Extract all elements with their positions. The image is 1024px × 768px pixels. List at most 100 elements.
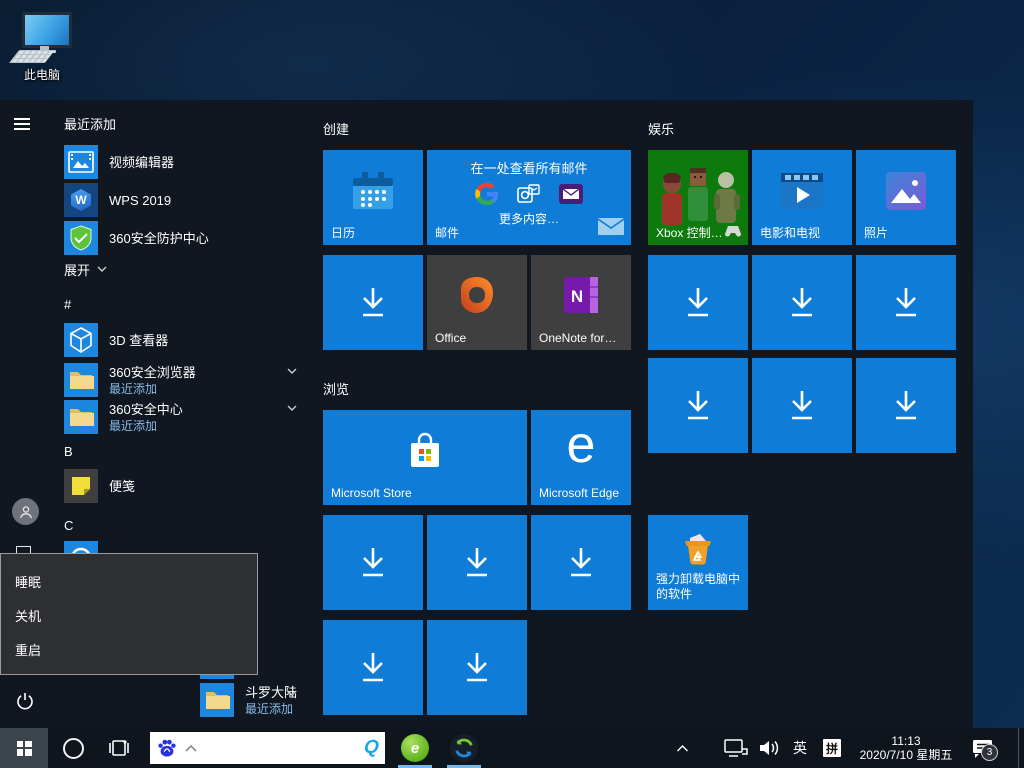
tile-movies-tv[interactable]: 电影和电视: [752, 150, 852, 245]
app-item-sticky-notes[interactable]: 便笺: [64, 469, 289, 503]
folder-icon: [200, 683, 234, 717]
google-icon: [475, 182, 499, 206]
shutdown-menu-item[interactable]: 关机: [1, 600, 257, 634]
folder-icon: [64, 363, 98, 397]
chevron-down-icon[interactable]: [287, 368, 297, 378]
controller-icon: [724, 226, 742, 237]
download-tile[interactable]: [323, 255, 423, 350]
app-item-video-editor[interactable]: 视频编辑器: [64, 145, 289, 179]
app-item-wps[interactable]: W WPS 2019: [64, 183, 289, 217]
calendar-icon: [349, 169, 397, 213]
task-view-button[interactable]: [102, 728, 136, 768]
section-header-hash[interactable]: #: [64, 297, 71, 312]
svg-text:N: N: [571, 287, 583, 306]
section-header-c[interactable]: C: [64, 518, 73, 533]
app-item-3d-viewer[interactable]: 3D 查看器: [64, 323, 289, 357]
download-tile[interactable]: [323, 515, 423, 610]
chevron-down-icon[interactable]: [287, 690, 297, 700]
time-text: 11:13: [891, 734, 920, 748]
chevron-up-icon[interactable]: [184, 744, 198, 753]
download-tile[interactable]: [323, 620, 423, 715]
expand-list-button[interactable]: 展开: [64, 260, 107, 279]
user-avatar[interactable]: [12, 498, 39, 525]
app-item-360-browser[interactable]: 360安全浏览器 最近添加: [64, 363, 289, 397]
tile-microsoft-edge[interactable]: e Microsoft Edge: [531, 410, 631, 505]
power-button[interactable]: [15, 691, 37, 713]
video-editor-icon: [64, 145, 98, 179]
tile-office[interactable]: Office: [427, 255, 527, 350]
show-desktop-button[interactable]: [1018, 728, 1024, 768]
task-view-icon: [108, 739, 130, 757]
windows-logo-icon: [17, 741, 32, 756]
outlook-icon: [516, 182, 542, 206]
download-tile[interactable]: [427, 515, 527, 610]
download-tile[interactable]: [648, 358, 748, 453]
recently-added-header: 最近添加: [64, 114, 116, 133]
network-icon[interactable]: [722, 728, 750, 768]
cortana-button[interactable]: [56, 728, 90, 768]
chevron-down-icon[interactable]: [287, 405, 297, 415]
group-header-create[interactable]: 创建: [323, 119, 349, 138]
taskbar-app-360-browser[interactable]: e: [399, 732, 431, 764]
sleep-menu-item[interactable]: 睡眠: [1, 566, 257, 600]
onenote-icon: N: [562, 275, 600, 315]
action-center-button[interactable]: 3: [968, 728, 998, 768]
group-header-browse[interactable]: 浏览: [323, 379, 349, 398]
sticky-note-icon: [64, 469, 98, 503]
search-engine-logo-icon: Q: [363, 737, 379, 759]
hamburger-menu-icon[interactable]: [14, 118, 36, 140]
keyboard-icon: [9, 50, 55, 63]
notification-badge: 3: [981, 744, 998, 761]
monitor-icon: [22, 12, 72, 48]
section-header-b[interactable]: B: [64, 444, 73, 459]
tile-uninstaller[interactable]: 强力卸载电脑中的软件: [648, 515, 748, 610]
app-item-360-center[interactable]: 360安全中心 最近添加: [64, 400, 289, 434]
start-menu: 最近添加 视频编辑器 W WPS 2019 360安全防护中心 展开 #: [0, 100, 973, 728]
sync-arrows-icon: [453, 737, 475, 759]
tile-photos[interactable]: 照片: [856, 150, 956, 245]
power-menu-popup: 睡眠 关机 重启: [0, 553, 258, 675]
restart-menu-item[interactable]: 重启: [1, 634, 257, 668]
taskbar: Q e 英 拼 11:13 2020/7/10 星期五: [0, 728, 1024, 768]
download-tile[interactable]: [531, 515, 631, 610]
download-tile[interactable]: [752, 358, 852, 453]
tile-xbox[interactable]: Xbox 控制…: [648, 150, 748, 245]
cube-icon: [64, 323, 98, 357]
download-tile[interactable]: [856, 358, 956, 453]
trash-bin-icon: [680, 532, 716, 568]
app-item-360-protect[interactable]: 360安全防护中心: [64, 221, 289, 255]
search-input[interactable]: Q: [150, 732, 385, 764]
desktop: 此电脑 最近添加 视频编辑器 W WPS 2019: [0, 0, 1024, 768]
purple-mail-icon: [559, 184, 583, 204]
download-tile[interactable]: [856, 255, 956, 350]
download-tile[interactable]: [648, 255, 748, 350]
group-header-entertainment[interactable]: 娱乐: [648, 119, 674, 138]
this-pc-desktop-icon[interactable]: 此电脑: [12, 10, 72, 82]
taskbar-app-360-security[interactable]: [448, 732, 480, 764]
edge-logo-icon: e: [567, 419, 596, 471]
office-icon: [457, 275, 497, 315]
language-indicator[interactable]: 英: [789, 728, 811, 768]
shield-icon: [64, 221, 98, 255]
start-button[interactable]: [0, 728, 48, 768]
tray-chevron-up[interactable]: [672, 728, 692, 768]
download-tile[interactable]: [427, 620, 527, 715]
power-icon: [15, 691, 35, 711]
movies-icon: [779, 171, 825, 211]
envelope-icon: [598, 218, 624, 240]
tile-mail[interactable]: 在一处查看所有邮件 更多内容… 邮件: [427, 150, 631, 245]
browser-e-icon: e: [411, 740, 419, 757]
folder-icon: [64, 400, 98, 434]
tile-microsoft-store[interactable]: Microsoft Store: [323, 410, 527, 505]
tile-calendar[interactable]: 日历: [323, 150, 423, 245]
cortana-icon: [63, 738, 84, 759]
download-arrow-icon: [356, 285, 390, 321]
baidu-icon: [156, 737, 178, 759]
clock[interactable]: 11:13 2020/7/10 星期五: [850, 728, 962, 768]
volume-icon[interactable]: [756, 728, 782, 768]
ime-indicator[interactable]: 拼: [821, 728, 843, 768]
person-icon: [18, 504, 34, 520]
wps-icon: W: [64, 183, 98, 217]
tile-onenote[interactable]: N OneNote for…: [531, 255, 631, 350]
download-tile[interactable]: [752, 255, 852, 350]
